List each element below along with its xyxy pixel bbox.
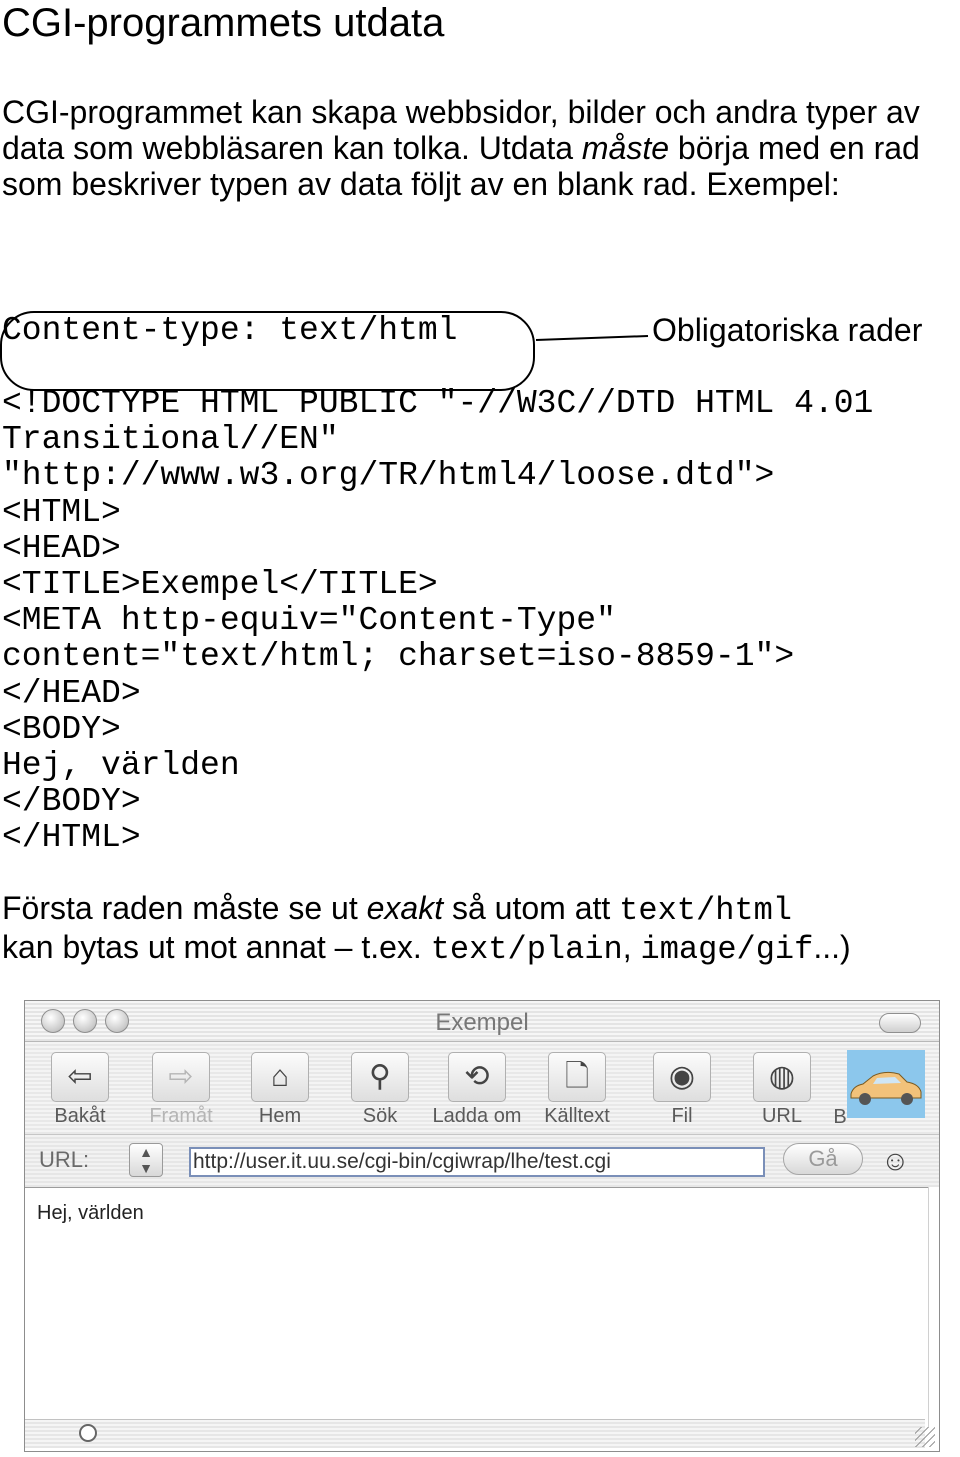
forward-label: Framåt <box>149 1105 213 1127</box>
outro-code-image-gif: image/gif <box>640 931 814 968</box>
view-source-label: Källtext <box>544 1105 610 1127</box>
scroll-thumb[interactable] <box>79 1424 97 1442</box>
outro-emphasis: exakt <box>366 890 444 926</box>
file-label: Fil <box>671 1105 693 1127</box>
code-line: <HEAD> <box>2 529 121 567</box>
annotation-connector-line <box>536 335 649 341</box>
address-history-stepper[interactable]: ▲ ▼ <box>129 1143 163 1177</box>
address-bar: URL: ▲ ▼ http://user.it.uu.se/cgi-bin/cgi… <box>25 1134 939 1188</box>
intro-paragraph: CGI-programmet kan skapa webbsidor, bild… <box>2 94 952 202</box>
outro-paragraph: Första raden måste se ut exakt så utom a… <box>2 890 960 968</box>
disc-icon: ◉ <box>653 1052 711 1102</box>
mandatory-lines-outline <box>0 311 535 391</box>
home-button[interactable]: ⌂ Hem <box>245 1052 315 1130</box>
search-button[interactable]: ⚲ Sök <box>347 1052 413 1130</box>
toolbar-toggle-button[interactable] <box>879 1013 921 1033</box>
file-button[interactable]: ◉ Fil <box>649 1052 715 1130</box>
outro-text-1: Första raden måste se ut <box>2 890 367 926</box>
code-line: <TITLE>Exempel</TITLE> <box>2 565 438 603</box>
magnifier-icon: ⚲ <box>351 1052 409 1102</box>
browser-window: Exempel ⇦ Bakåt ⇨ Framåt ⌂ Hem ⚲ Sök ⟲ L… <box>24 1000 940 1452</box>
page-content-text: Hej, världen <box>37 1202 144 1224</box>
url-label: URL <box>761 1105 802 1127</box>
window-titlebar[interactable]: Exempel <box>25 1001 939 1042</box>
mandatory-lines-label: Obligatoriska rader <box>652 312 923 348</box>
vertical-scrollbar[interactable] <box>928 1187 939 1427</box>
code-line: </HTML> <box>2 819 141 857</box>
code-line: </HEAD> <box>2 674 141 712</box>
resize-grip-icon[interactable] <box>915 1427 935 1447</box>
window-title: Exempel <box>435 1009 529 1036</box>
back-label: Bakåt <box>54 1105 106 1127</box>
forward-button[interactable]: ⇨ Framåt <box>141 1052 221 1130</box>
outro-text-4: , <box>622 929 641 965</box>
forward-arrow-icon: ⇨ <box>152 1052 210 1102</box>
code-line: <BODY> <box>2 710 121 748</box>
html-code-block: <!DOCTYPE HTML PUBLIC "-//W3C//DTD HTML … <box>2 385 874 857</box>
url-button[interactable]: ◍ URL <box>749 1052 815 1130</box>
search-label: Sök <box>362 1105 398 1127</box>
code-line: <HTML> <box>2 493 121 531</box>
car-image <box>847 1050 925 1118</box>
browser-toolbar: ⇦ Bakåt ⇨ Framåt ⌂ Hem ⚲ Sök ⟲ Ladda om … <box>25 1042 939 1134</box>
intro-emphasis: måste <box>581 130 670 166</box>
reload-button[interactable]: ⟲ Ladda om <box>429 1052 525 1130</box>
globe-icon: ◍ <box>753 1052 811 1102</box>
page-title: CGI-programmets utdata <box>2 1 445 45</box>
back-arrow-icon: ⇦ <box>51 1052 109 1102</box>
code-line: "http://www.w3.org/TR/html4/loose.dtd"> <box>2 457 775 495</box>
back-button[interactable]: ⇦ Bakåt <box>45 1052 115 1130</box>
outro-text-5: ...) <box>813 929 851 965</box>
document-icon: 🗋 <box>548 1052 606 1102</box>
smiley-icon[interactable]: ☺ <box>881 1146 910 1176</box>
car-icon <box>850 1071 922 1105</box>
address-input[interactable]: http://user.it.uu.se/cgi-bin/cgiwrap/lhe… <box>189 1147 765 1177</box>
code-line: </BODY> <box>2 783 141 821</box>
code-line: Hej, världen <box>2 746 240 784</box>
code-line: <META http-equiv="Content-Type" <box>2 602 616 640</box>
outro-code-text-plain: text/plain <box>430 931 623 968</box>
outro-text-2: så utom att <box>443 890 620 926</box>
horizontal-scrollbar[interactable] <box>25 1419 925 1448</box>
view-source-button[interactable]: 🗋 Källtext <box>529 1052 625 1130</box>
code-line: content="text/html; charset=iso-8859-1"> <box>2 638 795 676</box>
code-line: <!DOCTYPE HTML PUBLIC "-//W3C//DTD HTML … <box>2 385 874 422</box>
home-icon: ⌂ <box>251 1052 309 1102</box>
go-button[interactable]: Gå <box>783 1143 863 1175</box>
reload-icon: ⟲ <box>448 1052 506 1102</box>
outro-code-text-html: text/html <box>619 892 792 929</box>
reload-label: Ladda om <box>432 1105 522 1127</box>
home-label: Hem <box>258 1105 302 1127</box>
address-label: URL: <box>39 1147 90 1172</box>
code-line: Transitional//EN" <box>2 421 339 459</box>
outro-text-3: kan bytas ut mot annat – t.ex. <box>2 929 431 965</box>
